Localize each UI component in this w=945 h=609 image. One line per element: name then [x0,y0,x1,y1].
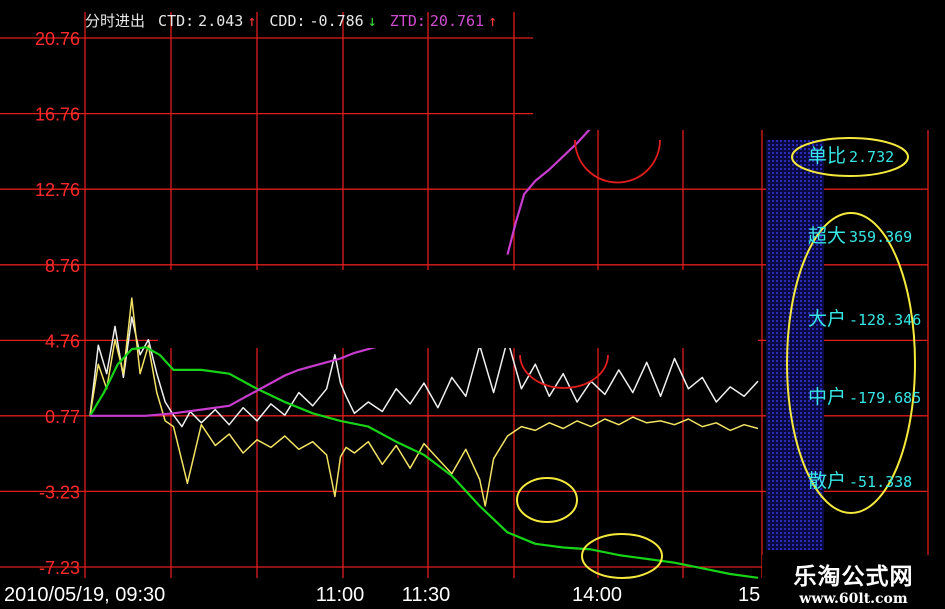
panel-row-label: 大户 [808,308,846,330]
y-tick-label: 20.76 [35,29,80,49]
ctd-up-arrow-icon: ↑ [247,12,257,30]
y-tick-label: 12.76 [35,180,80,200]
brand-name: 乐淘公式网 [793,564,914,590]
panel-row-label: 超大 [808,225,846,247]
y-tick-label: -7.23 [39,558,80,578]
occlusion-top-right [533,0,945,130]
x-tick-label: 14:00 [572,584,622,606]
panel-row-label: 散户 [808,470,846,492]
occlusion-middle [158,270,758,348]
panel-row-value: -128.346 [849,311,921,329]
y-tick-label: 0.77 [45,407,80,427]
indicator-name: 分时进出 [85,12,146,30]
ztd-label: ZTD: [389,12,426,30]
panel-row-label: 中户 [808,386,846,408]
panel-row-value: 2.732 [849,148,894,166]
panel-row-value: -51.338 [849,473,912,491]
y-tick-label: -3.23 [39,482,80,502]
intraday-flow-chart: 20.76 16.76 12.76 8.76 4.76 0.77 -3.23 -7.23 20… [0,0,945,609]
indicator-header: 分时进出 CTD: 2.043 ↑ CDD: -0.786 ↓ ZTD: 20.761 ↑ [85,10,501,36]
y-tick-label: 8.76 [45,256,80,276]
brand-url: www.60lt.com [799,591,908,607]
panel-row-label: 单比 [808,145,846,167]
ztd-up-arrow-icon: ↑ [488,12,498,30]
x-tick-label: 11:00 [316,584,365,606]
cdd-label: CDD: [269,12,306,30]
y-tick-label: 16.76 [35,105,80,125]
x-tick-label: 15 [738,584,760,606]
ztd-value: 20.761 [429,12,485,30]
brand-watermark: 乐淘公式网 www.60lt.com [762,555,945,609]
cdd-down-arrow-icon: ↓ [367,12,377,30]
ctd-label: CTD: [158,12,195,30]
panel-row-value: -179.685 [849,389,921,407]
x-tick-label: 2010/05/19, 09:30 [4,584,165,606]
y-tick-label: 4.76 [45,331,80,351]
cdd-value: -0.786 [309,12,364,30]
panel-row-value: 359.369 [849,228,912,246]
ctd-value: 2.043 [198,12,244,30]
x-tick-label: 11:30 [402,584,451,606]
